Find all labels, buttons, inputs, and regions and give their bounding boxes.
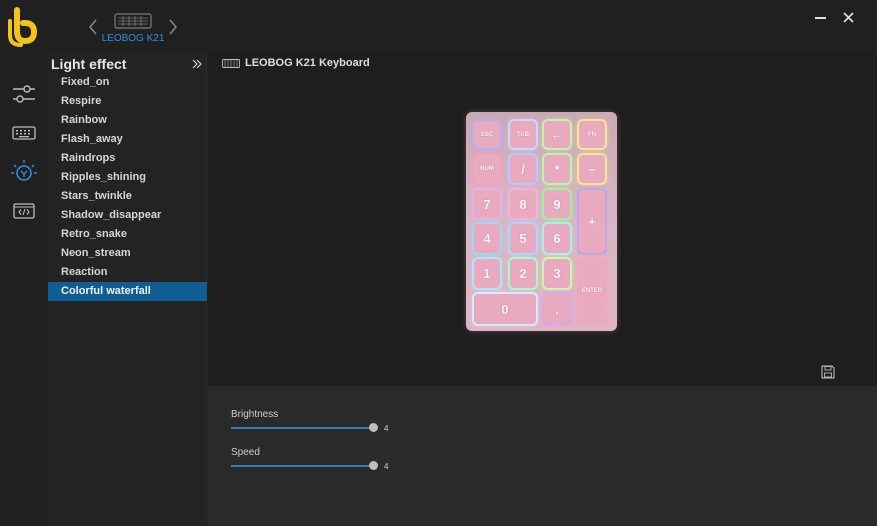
key-label: − — [588, 161, 596, 177]
key-label: 6 — [553, 231, 561, 246]
keypad-key: . — [544, 294, 570, 324]
key-label: 2 — [519, 266, 527, 281]
keypad-key: * — [544, 155, 570, 183]
device-title: LEOBOG K21 Keyboard — [245, 57, 370, 69]
key-label: 5 — [519, 231, 527, 246]
brightness-label: Brightness — [231, 409, 279, 420]
title-bar: LEOBOG K21 — [0, 0, 877, 52]
effect-item[interactable]: Fixed_on — [48, 73, 207, 92]
keypad-key: / — [510, 155, 536, 183]
key-label: 1 — [483, 266, 491, 281]
keypad-key: 4 — [474, 224, 500, 253]
keypad-preview: ESC TAB ← FN NUM / * − 7 8 9 +4 5 6 1 2 3 ENTER 0. — [466, 112, 617, 331]
effect-item[interactable]: Rainbow — [48, 111, 207, 130]
keypad-key: 7 — [474, 190, 500, 218]
keyboard-icon[interactable] — [10, 119, 38, 147]
navigation-rail — [0, 52, 48, 526]
key-label: ENTER — [581, 287, 603, 294]
minimize-icon[interactable] — [813, 10, 829, 26]
key-label: NUM — [480, 166, 494, 172]
keypad-key: + — [579, 190, 605, 253]
keyboard-thumbnail-icon[interactable] — [114, 12, 152, 30]
device-name[interactable]: LEOBOG K21 — [100, 33, 166, 44]
key-label: 4 — [483, 231, 491, 246]
keypad-key: 1 — [474, 259, 500, 288]
key-label: 8 — [519, 196, 527, 212]
keypad-key: 5 — [510, 224, 536, 253]
keypad-key: 0 — [474, 294, 536, 324]
settings-sliders-icon[interactable] — [10, 80, 38, 108]
keypad-key: ← — [544, 121, 570, 148]
previous-device-icon[interactable] — [86, 17, 100, 37]
brightness-slider[interactable] — [231, 427, 373, 429]
keypad-key: 3 — [544, 259, 570, 288]
effect-item[interactable]: Neon_stream — [48, 244, 207, 263]
key-label: * — [554, 161, 560, 177]
key-label: 0 — [501, 301, 509, 317]
app-logo — [8, 7, 38, 47]
key-label: 7 — [483, 196, 491, 212]
effect-list: Fixed_on Respire Rainbow Flash_away Raindrop… — [48, 73, 207, 301]
keypad-key: 9 — [544, 190, 570, 218]
effect-item[interactable]: Reaction — [48, 263, 207, 282]
key-label: TAB — [517, 131, 529, 138]
key-label: ← — [550, 127, 564, 142]
keypad-key: ESC — [474, 121, 500, 148]
key-label: 9 — [553, 196, 561, 212]
key-label: / — [521, 161, 525, 177]
keypad-key: 6 — [544, 224, 570, 253]
key-label: ESC — [480, 131, 494, 138]
save-icon[interactable] — [821, 365, 835, 379]
speed-slider-thumb[interactable] — [369, 461, 378, 470]
keypad-key: NUM — [474, 155, 500, 183]
brightness-slider-thumb[interactable] — [369, 423, 378, 432]
collapse-panel-icon[interactable] — [191, 58, 203, 70]
speed-label: Speed — [231, 447, 260, 458]
keypad-key: 2 — [510, 259, 536, 288]
brightness-value: 4 — [384, 424, 389, 433]
key-label: . — [555, 301, 559, 317]
panel-title: Light effect — [51, 56, 127, 72]
light-effect-panel: Light effect Fixed_on Respire Rainbow Flash… — [48, 52, 207, 526]
keypad-key: TAB — [510, 121, 536, 148]
effect-item[interactable]: Ripples_shining — [48, 168, 207, 187]
effect-item[interactable]: Retro_snake — [48, 225, 207, 244]
effect-item[interactable]: Raindrops — [48, 149, 207, 168]
keypad-key: ENTER — [579, 259, 605, 322]
keypad-key: FN — [579, 121, 605, 148]
settings-area: Brightness 4 Speed 4 — [208, 386, 877, 526]
next-device-icon[interactable] — [166, 17, 180, 37]
key-label: FN — [588, 131, 596, 138]
effect-item[interactable]: Respire — [48, 92, 207, 111]
speed-value: 4 — [384, 462, 389, 471]
effect-item[interactable]: Stars_twinkle — [48, 187, 207, 206]
macro-code-icon[interactable] — [10, 197, 38, 225]
keyboard-small-icon — [222, 59, 240, 68]
close-icon[interactable] — [841, 10, 857, 26]
key-label: + — [588, 214, 596, 229]
effect-item[interactable]: Colorful waterfall — [48, 282, 207, 301]
light-effect-icon[interactable] — [10, 158, 38, 186]
key-label: 3 — [553, 266, 561, 281]
keypad-key: 8 — [510, 190, 536, 218]
speed-slider[interactable] — [231, 465, 373, 467]
effect-item[interactable]: Flash_away — [48, 130, 207, 149]
keypad-key: − — [579, 155, 605, 183]
effect-item[interactable]: Shadow_disappear — [48, 206, 207, 225]
